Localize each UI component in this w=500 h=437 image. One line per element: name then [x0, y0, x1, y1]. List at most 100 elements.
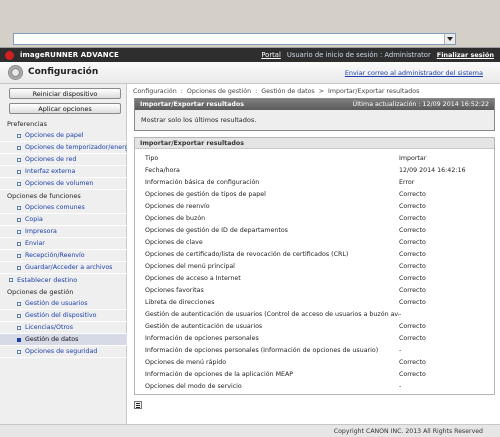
result-row: Información básica de configuración Error — [135, 176, 494, 188]
brand-name: imageRUNNER ADVANCE — [20, 51, 119, 59]
bullet-icon — [17, 134, 21, 138]
result-value: Correcto — [399, 334, 426, 342]
bullet-icon — [17, 146, 21, 150]
result-label: Opciones de clave — [145, 238, 203, 246]
result-row: Opciones de certificado/lista de revocac… — [135, 248, 494, 260]
bullet-icon — [17, 254, 21, 258]
brand-bar: imageRUNNER ADVANCE Portal Usuario de in… — [0, 48, 500, 62]
bullet-icon — [17, 170, 21, 174]
footer: Copyright CANON INC. 2013 All Rights Res… — [0, 424, 500, 437]
result-label: Opciones de certificado/lista de revocac… — [145, 250, 349, 258]
bullet-icon — [17, 230, 21, 234]
result-label: Gestión de autenticación de usuarios (Co… — [145, 310, 399, 318]
result-value: Correcto — [399, 238, 426, 246]
apply-settings-button[interactable]: Aplicar opciones — [9, 103, 121, 114]
bullet-icon — [17, 314, 21, 318]
restart-device-button[interactable]: Reiniciar dispositivo — [9, 88, 121, 99]
result-value: Correcto — [399, 358, 426, 366]
result-label: Opciones de buzón — [145, 214, 206, 222]
result-value: Correcto — [399, 322, 426, 330]
bullet-icon — [17, 242, 21, 246]
result-row: Gestión de autenticación de usuarios (Co… — [135, 308, 494, 320]
breadcrumb-current: Importar/Exportar resultados — [328, 88, 420, 95]
result-row: Información de opciones de la aplicación… — [135, 368, 494, 380]
address-combo[interactable] — [13, 33, 456, 45]
sidebar-item[interactable]: Opciones de volumen — [0, 178, 127, 190]
dropdown-arrow-icon[interactable] — [444, 34, 455, 44]
result-label: Opciones de reenvío — [145, 202, 210, 210]
result-row: Gestión de autenticación de usuarios Corr… — [135, 320, 494, 332]
result-label: Libreta de direcciones — [145, 298, 215, 306]
sidebar: Reiniciar dispositivo Aplicar opciones P… — [0, 84, 127, 424]
browser-toolbar — [0, 0, 500, 48]
login-user-label: Usuario de inicio de sesión : Administra… — [286, 51, 431, 59]
breadcrumb: Configuración : Opciones de gestión : Ge… — [133, 88, 420, 95]
sidebar-item[interactable]: Impresora — [0, 226, 127, 238]
result-value: Correcto — [399, 274, 426, 282]
sidebar-item[interactable]: Licencias/Otros — [0, 322, 127, 334]
sidebar-item[interactable]: Gestión de usuarios — [0, 298, 127, 310]
result-row: Información de opciones personales Correc… — [135, 332, 494, 344]
sidebar-section-heading: Preferencias — [7, 120, 48, 128]
bullet-icon — [17, 338, 21, 342]
result-label: Opciones favoritas — [145, 286, 204, 294]
sidebar-item[interactable]: Gestión de datos — [0, 334, 127, 346]
sidebar-item[interactable]: Opciones de seguridad — [0, 346, 127, 358]
result-value: Correcto — [399, 226, 426, 234]
result-value: Correcto — [399, 262, 426, 270]
results-detail-panel: Importar/Exportar resultados Tipo Importa… — [134, 137, 495, 395]
mail-admin-link[interactable]: Enviar correo al administrador del siste… — [345, 69, 483, 77]
result-label: Opciones del modo de servicio — [145, 382, 242, 390]
sidebar-section-heading[interactable]: Establecer destino — [0, 274, 127, 286]
result-value: Correcto — [399, 214, 426, 222]
copyright: Copyright CANON INC. 2013 All Rights Res… — [333, 428, 483, 435]
bullet-icon — [9, 278, 13, 282]
page-header: Configuración Enviar correo al administr… — [0, 62, 500, 84]
sidebar-item[interactable]: Opciones comunes — [0, 202, 127, 214]
sidebar-item[interactable]: Interfaz externa — [0, 166, 127, 178]
logout-link[interactable]: Finalizar sesión — [437, 51, 494, 59]
result-label: Información de opciones personales (Info… — [145, 346, 379, 354]
bullet-icon — [17, 326, 21, 330]
bullet-icon — [17, 350, 21, 354]
breadcrumb-item[interactable]: Configuración — [133, 88, 177, 95]
sidebar-item[interactable]: Gestión del dispositivo — [0, 310, 127, 322]
sidebar-item[interactable]: Enviar — [0, 238, 127, 250]
last-updated: Última actualización : 12/09 2014 16:52:… — [352, 101, 489, 108]
breadcrumb-item[interactable]: Gestión de datos — [261, 88, 314, 95]
sidebar-item[interactable]: Opciones de red — [0, 154, 127, 166]
result-value: Correcto — [399, 370, 426, 378]
sidebar-item[interactable]: Opciones de papel — [0, 130, 127, 142]
result-row: Opciones de gestión de tipos de papel Cor… — [135, 188, 494, 200]
sidebar-item[interactable]: Copia — [0, 214, 127, 226]
panel-title: Importar/Exportar resultados — [140, 101, 244, 108]
bullet-icon — [17, 182, 21, 186]
sidebar-item[interactable]: Opciones de temporizador/energía — [0, 142, 127, 154]
sidebar-item[interactable]: Recepción/Reenvío — [0, 250, 127, 262]
scroll-to-top-icon[interactable] — [134, 401, 142, 409]
result-row: Opciones de acceso a Internet Correcto — [135, 272, 494, 284]
result-value: Correcto — [399, 250, 426, 258]
sidebar-nav: Preferencias Opciones de papel Opciones de… — [0, 118, 127, 358]
result-value: - — [399, 310, 402, 318]
page-title: Configuración — [28, 67, 99, 77]
portal-link[interactable]: Portal — [261, 51, 281, 59]
bullet-icon — [17, 266, 21, 270]
result-row: Información de opciones personales (Info… — [135, 344, 494, 356]
result-value: Error — [399, 178, 415, 186]
result-row: Opciones de buzón Correcto — [135, 212, 494, 224]
result-value: Importar — [399, 154, 427, 162]
result-row: Fecha/hora 12/09 2014 16:42:16 — [135, 164, 494, 176]
bullet-icon — [17, 206, 21, 210]
canon-logo-icon — [5, 50, 14, 60]
settings-gear-icon — [8, 65, 23, 80]
result-label: Información de opciones de la aplicación… — [145, 370, 294, 378]
result-label: Opciones de acceso a Internet — [145, 274, 241, 282]
result-value: Correcto — [399, 298, 426, 306]
panel-title: Importar/Exportar resultados — [135, 138, 494, 149]
result-value: 12/09 2014 16:42:16 — [399, 166, 466, 174]
result-label: Opciones de gestión de ID de departament… — [145, 226, 288, 234]
bullet-icon — [17, 218, 21, 222]
sidebar-item[interactable]: Guardar/Acceder a archivos — [0, 262, 127, 274]
breadcrumb-item[interactable]: Opciones de gestión — [187, 88, 251, 95]
